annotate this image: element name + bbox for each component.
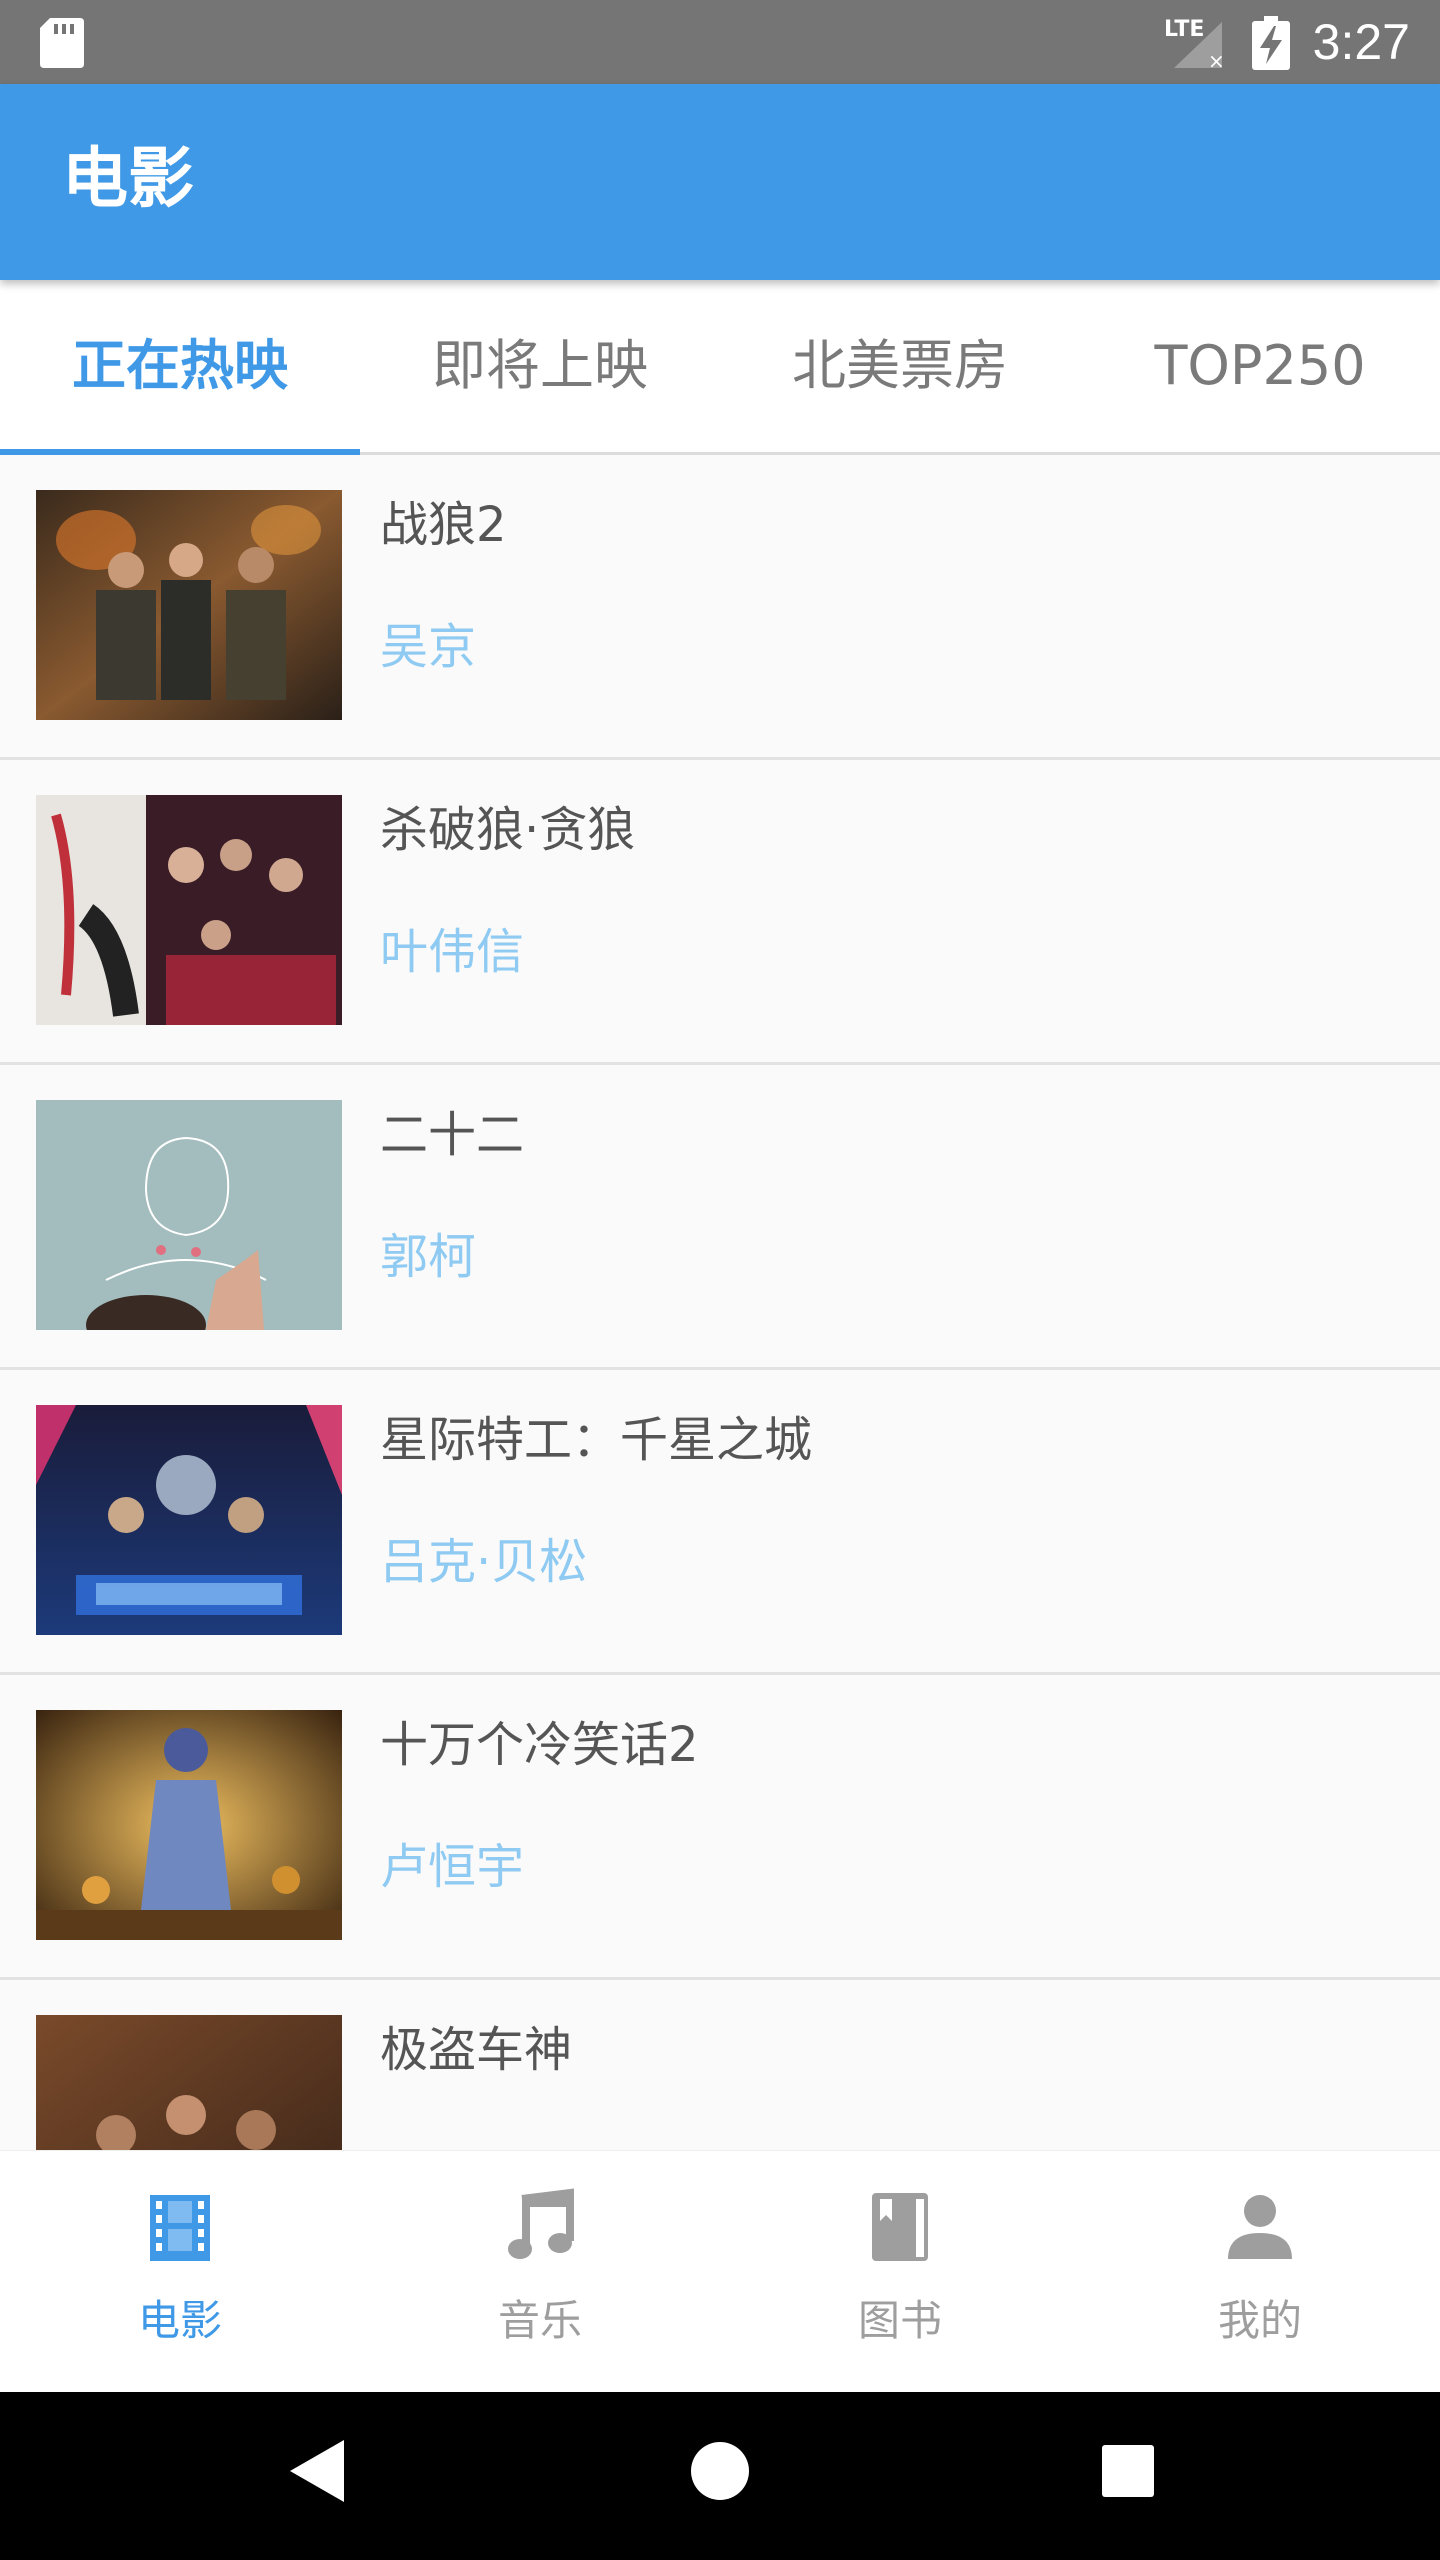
tab-now-showing[interactable]: 正在热映 (0, 280, 360, 455)
movie-row[interactable]: 星际特工：千星之城 吕克·贝松 (0, 1370, 1440, 1675)
movie-poster (36, 1405, 342, 1635)
page-title: 电影 (62, 140, 194, 217)
lte-signal-icon: LTE × (1164, 17, 1225, 70)
nav-label: 电影 (137, 2296, 222, 2345)
nav-label: 音乐 (497, 2296, 582, 2345)
movie-director: 郭柯 (380, 1229, 477, 1285)
movie-title: 星际特工：千星之城 (380, 1412, 813, 1468)
movie-film-icon (150, 2195, 210, 2261)
nav-item-movie[interactable]: 电影 (0, 2151, 360, 2393)
movie-director: 叶伟信 (380, 924, 525, 980)
movie-director: 卢恒宇 (380, 1839, 525, 1895)
movie-director: 吕克·贝松 (380, 1534, 588, 1590)
svg-text:LTE: LTE (1164, 17, 1204, 42)
recents-icon[interactable] (1096, 2436, 1160, 2506)
movie-title: 极盗车神 (380, 2022, 573, 2078)
movie-poster (36, 490, 342, 720)
sd-card-icon (40, 18, 84, 68)
music-note-icon (508, 2188, 574, 2259)
app-bar: 电影 (0, 84, 1440, 280)
person-icon (1228, 2195, 1292, 2259)
movie-title: 十万个冷笑话2 (380, 1717, 699, 1773)
movie-poster (36, 1100, 342, 1330)
nav-label: 图书 (857, 2296, 942, 2345)
movie-row[interactable]: 杀破狼·贪狼 叶伟信 (0, 760, 1440, 1065)
movie-poster (36, 2015, 342, 2150)
clock: 3:27 (1312, 14, 1410, 70)
movie-poster (36, 795, 342, 1025)
tab-bar: 正在热映 即将上映 北美票房 TOP250 (0, 280, 1440, 455)
svg-text:×: × (1208, 49, 1225, 70)
system-nav-bar (0, 2392, 1440, 2560)
movie-list: 战狼2 吴京 杀破狼·贪狼 叶伟信 二十二 郭柯 星际特工：千星之城 吕克·贝松… (0, 455, 1440, 2150)
movie-row[interactable]: 战狼2 吴京 (0, 455, 1440, 760)
bottom-nav: 电影 音乐 图书 我的 (0, 2150, 1440, 2393)
home-icon[interactable] (688, 2436, 752, 2506)
battery-charging-icon (1252, 16, 1290, 70)
movie-title: 杀破狼·贪狼 (380, 802, 636, 858)
book-icon (872, 2193, 928, 2261)
movie-title: 战狼2 (380, 497, 507, 553)
movie-row[interactable]: 二十二 郭柯 (0, 1065, 1440, 1370)
movie-title: 二十二 (380, 1107, 525, 1163)
movie-poster (36, 1710, 342, 1940)
nav-item-music[interactable]: 音乐 (360, 2151, 720, 2393)
tab-coming-soon[interactable]: 即将上映 (360, 280, 720, 452)
nav-item-me[interactable]: 我的 (1080, 2151, 1440, 2393)
tab-us-box-office[interactable]: 北美票房 (720, 280, 1080, 452)
nav-item-books[interactable]: 图书 (720, 2151, 1080, 2393)
movie-row[interactable]: 十万个冷笑话2 卢恒宇 (0, 1675, 1440, 1980)
tab-top250[interactable]: TOP250 (1080, 280, 1440, 452)
nav-label: 我的 (1217, 2296, 1302, 2345)
status-bar: LTE × 3:27 (0, 0, 1440, 84)
back-icon[interactable] (284, 2436, 348, 2506)
movie-row[interactable]: 极盗车神 (0, 1980, 1440, 2150)
movie-director: 吴京 (380, 619, 477, 675)
